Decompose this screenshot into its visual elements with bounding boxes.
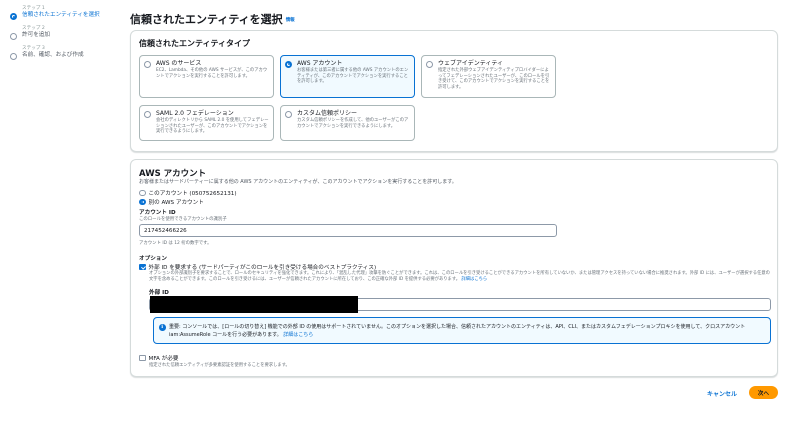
tile-aws-service-radio[interactable]: [144, 60, 151, 68]
tile-custom-trust-policy-desc: カスタム信頼ポリシーを作成して、他のユーザーがこのアカウントでアクションを実行で…: [297, 118, 409, 129]
account-id-value: 217452466226: [144, 227, 187, 234]
step-3-indicator: [10, 53, 17, 60]
tile-web-identity-radio[interactable]: [426, 60, 433, 68]
radio-this-account-label: このアカウント (050752652131): [148, 191, 237, 197]
account-id-input[interactable]: 217452466226: [139, 224, 557, 237]
entity-type-title: 信頼されたエンティティタイプ: [139, 39, 251, 48]
step-2[interactable]: ステップ 2 許可を追加: [8, 26, 118, 40]
radio-other-account-label: 別の AWS アカウント: [148, 200, 204, 206]
external-id-learn-more-link[interactable]: 詳細はこちら: [461, 277, 487, 282]
info-alert-learn-more-link[interactable]: 詳細はこちら: [283, 332, 313, 338]
external-id-label: 外部 ID: [149, 290, 169, 296]
info-icon: i: [159, 324, 166, 331]
tile-saml-title: SAML 2.0 フェデレーション: [156, 110, 234, 117]
tile-web-identity-title: ウェブアイデンティティ: [438, 60, 503, 67]
external-id-checkbox-label: 外部 ID を要求する (サードパーティがこのロールを引き受ける場合のベストプラ…: [148, 265, 377, 271]
aws-account-desc: お客様またはサードパーティーに属する他の AWS アカウントのエンティティが、こ…: [139, 179, 457, 185]
tile-custom-trust-policy-radio[interactable]: [285, 110, 292, 118]
tile-saml-radio[interactable]: [144, 110, 151, 118]
external-id-desc-text: オプションの外部識別子を要求することで、ロールのセキュリティを強化できます。これ…: [149, 271, 770, 282]
info-alert-text: 重要: コンソールでは、[ロールの切り替え] 機能での外部 ID の使用はサポー…: [169, 323, 765, 339]
mfa-desc: 指定された信頼エンティティが多要素認証を使用することを要求します。: [149, 363, 290, 368]
redaction-bar: [150, 296, 358, 313]
tile-aws-account[interactable]: AWS アカウント お客様または第三者に属する他の AWS アカウントのエンティ…: [280, 55, 415, 98]
account-id-desc: このロールを使用できるアカウントの識別子: [139, 217, 227, 222]
entity-type-panel: 信頼されたエンティティタイプ AWS のサービス EC2、Lambda、その他の…: [130, 30, 778, 152]
account-id-hint: アカウント ID は 12 桁の数字です。: [139, 241, 212, 246]
radio-other-account[interactable]: 別の AWS アカウント: [139, 198, 204, 206]
external-id-desc: オプションの外部識別子を要求することで、ロールのセキュリティを強化できます。これ…: [149, 271, 771, 282]
info-alert-body: 重要: コンソールでは、[ロールの切り替え] 機能での外部 ID の使用はサポー…: [169, 324, 746, 338]
tile-aws-account-radio[interactable]: [285, 60, 292, 68]
tile-custom-trust-policy[interactable]: カスタム信頼ポリシー カスタム信頼ポリシーを作成して、他のユーザーがこのアカウン…: [280, 105, 415, 141]
step-1[interactable]: ステップ 1 信頼されたエンティティを選択: [8, 6, 118, 20]
tile-web-identity-desc: 指定された外部ウェブアイデンティティプロバイダーによってフェデレーションされたユ…: [438, 68, 550, 90]
tile-aws-account-title: AWS アカウント: [297, 60, 343, 67]
mfa-checkbox-label: MFA が必要: [148, 356, 179, 362]
tile-aws-service[interactable]: AWS のサービス EC2、Lambda、その他の AWS サービスが、このアカ…: [139, 55, 274, 98]
aws-account-panel: AWS アカウント お客様またはサードパーティーに属する他の AWS アカウント…: [130, 159, 778, 377]
page-title: 信頼されたエンティティを選択 情報: [130, 11, 295, 27]
tile-aws-account-desc: お客様または第三者に属する他の AWS アカウントのエンティティが、このアカウン…: [297, 68, 409, 85]
step-3[interactable]: ステップ 3 名前、確認、および作成: [8, 46, 118, 60]
page-title-text: 信頼されたエンティティを選択: [130, 13, 283, 26]
cancel-button[interactable]: キャンセル: [707, 389, 737, 398]
external-id-info-alert: i 重要: コンソールでは、[ロールの切り替え] 機能での外部 ID の使用はサ…: [153, 317, 771, 344]
tile-custom-trust-policy-title: カスタム信頼ポリシー: [297, 110, 358, 117]
next-button[interactable]: 次へ: [749, 386, 778, 399]
tile-saml[interactable]: SAML 2.0 フェデレーション 会社のディレクトリから SAML 2.0 を…: [139, 105, 274, 141]
radio-this-account[interactable]: このアカウント (050752652131): [139, 189, 237, 197]
radio-this-account-dot[interactable]: [139, 189, 146, 197]
external-id-checkbox[interactable]: [139, 263, 146, 270]
tile-aws-service-desc: EC2、Lambda、その他の AWS サービスが、このアカウントでアクションを…: [156, 68, 268, 79]
external-id-checkbox-row[interactable]: 外部 ID を要求する (サードパーティがこのロールを引き受ける場合のベストプラ…: [139, 263, 376, 271]
step-2-indicator: [10, 33, 17, 40]
tile-saml-desc: 会社のディレクトリから SAML 2.0 を使用してフェデレーションされたユーザ…: [156, 118, 269, 135]
options-label: オプション: [139, 256, 167, 262]
tile-aws-service-title: AWS のサービス: [156, 60, 202, 67]
step-3-name: 名前、確認、および作成: [22, 52, 84, 58]
tile-web-identity[interactable]: ウェブアイデンティティ 指定された外部ウェブアイデンティティプロバイダーによって…: [421, 55, 556, 98]
radio-other-account-dot[interactable]: [139, 198, 146, 206]
info-link[interactable]: 情報: [286, 18, 295, 23]
mfa-checkbox[interactable]: [139, 354, 146, 361]
step-2-name: 許可を追加: [22, 32, 50, 38]
mfa-checkbox-row[interactable]: MFA が必要: [139, 354, 178, 362]
account-id-label: アカウント ID: [139, 210, 176, 216]
wizard-steps: ステップ 1 信頼されたエンティティを選択 ステップ 2 許可を追加 ステップ …: [8, 6, 118, 66]
step-1-indicator: [10, 13, 17, 20]
step-1-name: 信頼されたエンティティを選択: [22, 12, 100, 18]
